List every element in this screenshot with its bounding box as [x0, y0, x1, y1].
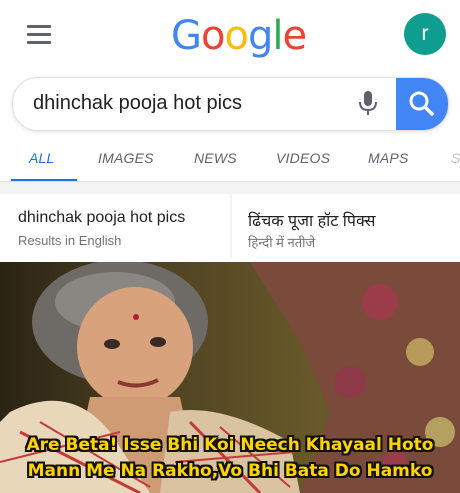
english-query: dhinchak pooja hot pics [18, 209, 186, 226]
search-tabs: ALL IMAGES NEWS VIDEOS MAPS S [0, 140, 460, 182]
meme-illustration [0, 262, 460, 493]
language-option-hindi[interactable]: ढिंचक पूजा हॉट पिक्स हिन्दी में नतीजे [232, 194, 460, 258]
tab-shopping-partial[interactable]: S [451, 150, 460, 166]
tab-maps[interactable]: MAPS [368, 150, 408, 166]
logo-letter: e [282, 13, 307, 59]
microphone-icon[interactable] [357, 90, 379, 118]
logo-letter: o [224, 13, 249, 59]
magnifier-icon [409, 91, 434, 116]
search-input[interactable]: dhinchak pooja hot pics [33, 92, 242, 115]
logo-letter: g [247, 13, 273, 59]
hindi-subtitle: हिन्दी में नतीजे [248, 235, 316, 250]
search-bar[interactable]: dhinchak pooja hot pics [12, 77, 449, 131]
hamburger-menu-icon[interactable] [27, 25, 51, 45]
search-button[interactable] [396, 78, 448, 130]
logo-letter: l [272, 13, 283, 59]
hindi-query: ढिंचक पूजा हॉट पिक्स [248, 213, 376, 230]
tab-images[interactable]: IMAGES [98, 150, 154, 166]
caption-line-2: Mann Me Na Rakho,Vo Bhi Bata Do Hamko [27, 461, 433, 481]
tab-videos[interactable]: VIDEOS [276, 150, 330, 166]
caption-line-1: Are Beta! Isse Bhi Koi Neech Khayaal Hot… [26, 435, 434, 455]
app-header: Google r [0, 0, 460, 70]
english-subtitle: Results in English [18, 233, 122, 248]
tab-all[interactable]: ALL [29, 150, 55, 166]
tab-news[interactable]: NEWS [194, 150, 237, 166]
logo-letter: o [201, 13, 226, 59]
section-separator [0, 182, 460, 194]
logo-letter: G [171, 13, 202, 59]
meme-image[interactable]: Are Beta! Isse Bhi Koi Neech Khayaal Hot… [0, 262, 460, 493]
google-logo[interactable]: Google [171, 13, 307, 59]
language-option-english[interactable]: dhinchak pooja hot pics Results in Engli… [0, 194, 230, 258]
account-avatar[interactable]: r [404, 13, 446, 55]
